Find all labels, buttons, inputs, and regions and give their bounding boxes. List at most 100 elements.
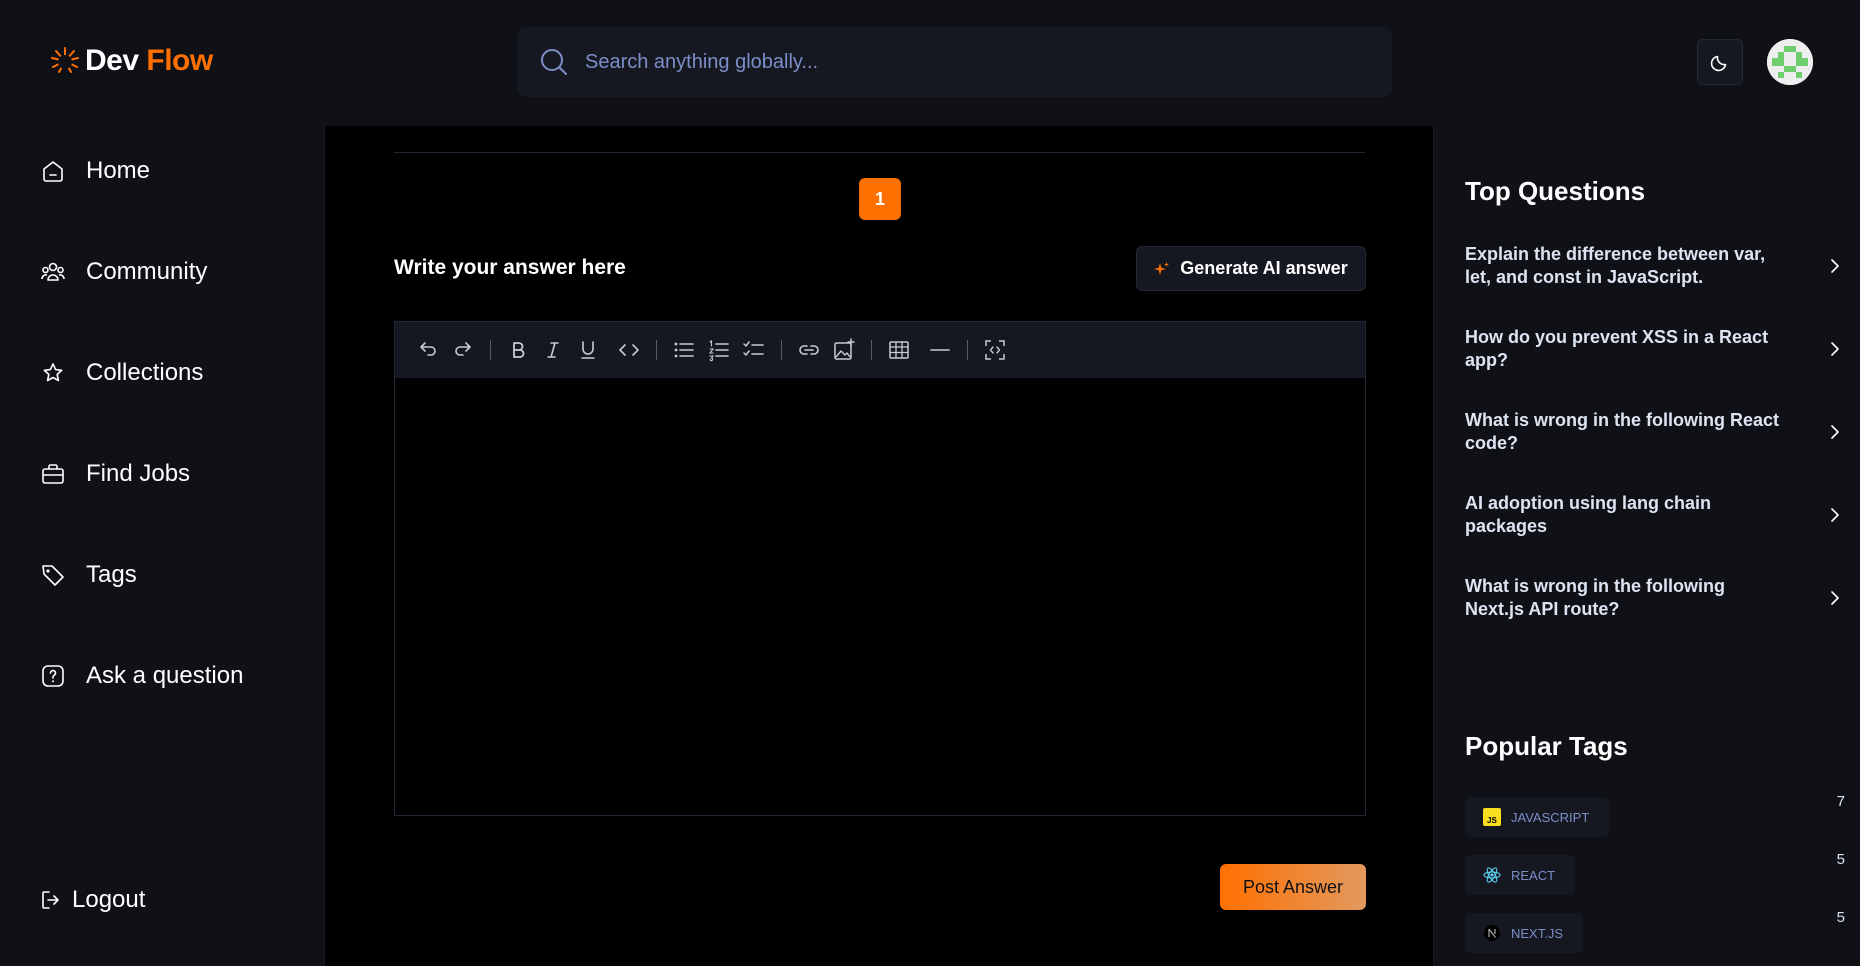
javascript-icon: JS — [1483, 808, 1501, 826]
bullet-list-button[interactable] — [669, 335, 699, 365]
sidebar-item-collections[interactable]: Collections — [40, 353, 203, 393]
numbered-list-icon — [708, 339, 729, 362]
theme-toggle-button[interactable] — [1697, 39, 1743, 85]
code-icon — [619, 344, 639, 356]
top-questions-title: Top Questions — [1465, 176, 1646, 206]
tag-name: REACT — [1511, 867, 1556, 883]
logo-burst-icon — [51, 47, 79, 73]
table-icon — [889, 341, 909, 359]
search-icon — [541, 49, 567, 75]
numbered-list-button[interactable] — [704, 335, 734, 365]
answer-editor — [394, 321, 1366, 816]
top-question-text: What is wrong in the following Next.js A… — [1465, 576, 1725, 619]
undo-button[interactable] — [413, 335, 443, 365]
popular-tag-row: NEXT.JS 5 — [1465, 909, 1845, 953]
logout-icon — [42, 891, 59, 909]
global-search[interactable] — [517, 27, 1392, 97]
star-icon — [43, 363, 63, 382]
horizontal-rule-button[interactable] — [925, 335, 955, 365]
editor-toolbar — [395, 322, 1365, 378]
underline-button[interactable] — [573, 335, 603, 365]
image-button[interactable] — [829, 335, 859, 365]
sidebar-item-ask-question[interactable]: Ask a question — [40, 656, 243, 696]
answer-form-label: Write your answer here — [394, 256, 626, 279]
chevron-right-icon — [1831, 342, 1839, 356]
question-icon — [42, 665, 64, 687]
editor-content-area[interactable] — [395, 378, 1365, 815]
tag-count: 7 — [1836, 793, 1845, 810]
tag-name: JAVASCRIPT — [1511, 809, 1590, 825]
chevron-right-icon — [1831, 259, 1839, 273]
left-sidebar: Home Community Collections Find Jobs Tag… — [0, 126, 324, 966]
sidebar-item-community[interactable]: Community — [40, 252, 207, 292]
top-question-item[interactable]: How do you prevent XSS in a React app? — [1465, 326, 1845, 372]
logo-text-dev: Dev — [85, 44, 139, 77]
undo-icon — [420, 342, 436, 356]
logout-label: Logout — [72, 886, 146, 913]
react-icon — [1483, 866, 1501, 884]
top-question-text: How do you prevent XSS in a React app? — [1465, 327, 1769, 370]
sidebar-item-tags[interactable]: Tags — [40, 555, 137, 595]
toolbar-separator — [967, 340, 968, 360]
toolbar-separator — [656, 340, 657, 360]
users-icon — [41, 262, 65, 281]
table-button[interactable] — [884, 335, 914, 365]
underline-icon — [581, 341, 595, 359]
top-question-item[interactable]: AI adoption using lang chain packages — [1465, 492, 1845, 538]
source-mode-button[interactable] — [980, 335, 1010, 365]
sidebar-item-home[interactable]: Home — [40, 151, 150, 191]
logo[interactable]: Dev Flow — [49, 44, 213, 78]
search-input[interactable] — [585, 50, 1365, 74]
toolbar-separator — [781, 340, 782, 360]
post-answer-button[interactable]: Post Answer — [1220, 864, 1366, 910]
logo-text: Dev Flow — [85, 44, 213, 78]
nextjs-icon — [1483, 924, 1501, 942]
redo-icon — [455, 342, 471, 356]
tag-pill-nextjs[interactable]: NEXT.JS — [1465, 913, 1584, 953]
sidebar-item-label: Collections — [86, 359, 204, 386]
tag-icon — [42, 565, 64, 586]
ai-button-label: Generate AI answer — [1180, 258, 1348, 278]
sidebar-item-find-jobs[interactable]: Find Jobs — [40, 454, 190, 494]
top-question-item[interactable]: What is wrong in the following Next.js A… — [1465, 575, 1845, 621]
chevron-right-icon — [1831, 508, 1839, 522]
redo-button[interactable] — [448, 335, 478, 365]
chevron-right-icon — [1831, 425, 1839, 439]
popular-tags-title: Popular Tags — [1465, 731, 1628, 761]
sidebar-item-label: Community — [86, 258, 208, 285]
top-navbar: Dev Flow — [0, 0, 1860, 126]
sidebar-item-label: Home — [86, 157, 151, 184]
tag-count: 5 — [1836, 909, 1845, 926]
toolbar-separator — [490, 340, 491, 360]
code-button[interactable] — [614, 335, 644, 365]
top-question-item[interactable]: What is wrong in the following React cod… — [1465, 409, 1845, 455]
top-question-item[interactable]: Explain the difference between var, let,… — [1465, 243, 1845, 289]
tag-pill-react[interactable]: REACT — [1465, 855, 1576, 895]
page-number-button[interactable]: 1 — [859, 178, 901, 220]
bold-button[interactable] — [503, 335, 533, 365]
sparkle-icon — [1154, 261, 1170, 275]
check-list-button[interactable] — [739, 335, 769, 365]
logo-text-flow: Flow — [146, 44, 213, 77]
tag-pill-javascript[interactable]: JS JAVASCRIPT — [1465, 797, 1610, 837]
link-button[interactable] — [794, 335, 824, 365]
generate-ai-answer-button[interactable]: Generate AI answer — [1136, 246, 1366, 291]
top-question-text: What is wrong in the following React cod… — [1465, 410, 1779, 453]
avatar[interactable] — [1767, 39, 1813, 85]
toolbar-separator — [871, 340, 872, 360]
main-content: 1 Write your answer here Generate AI ans… — [324, 126, 1434, 966]
horizontal-rule-icon — [930, 349, 950, 351]
bold-icon — [513, 342, 525, 358]
image-icon — [834, 338, 855, 360]
moon-icon — [1710, 55, 1727, 72]
popular-tag-row: JS JAVASCRIPT 7 — [1465, 793, 1845, 837]
top-question-text: AI adoption using lang chain packages — [1465, 493, 1711, 536]
tag-count: 5 — [1836, 851, 1845, 868]
italic-button[interactable] — [538, 335, 568, 365]
logout-button[interactable]: Logout — [40, 886, 145, 914]
source-icon — [985, 340, 1005, 360]
italic-icon — [547, 342, 559, 358]
divider — [394, 152, 1365, 153]
sidebar-item-label: Find Jobs — [86, 460, 191, 487]
suitcase-icon — [42, 464, 64, 484]
